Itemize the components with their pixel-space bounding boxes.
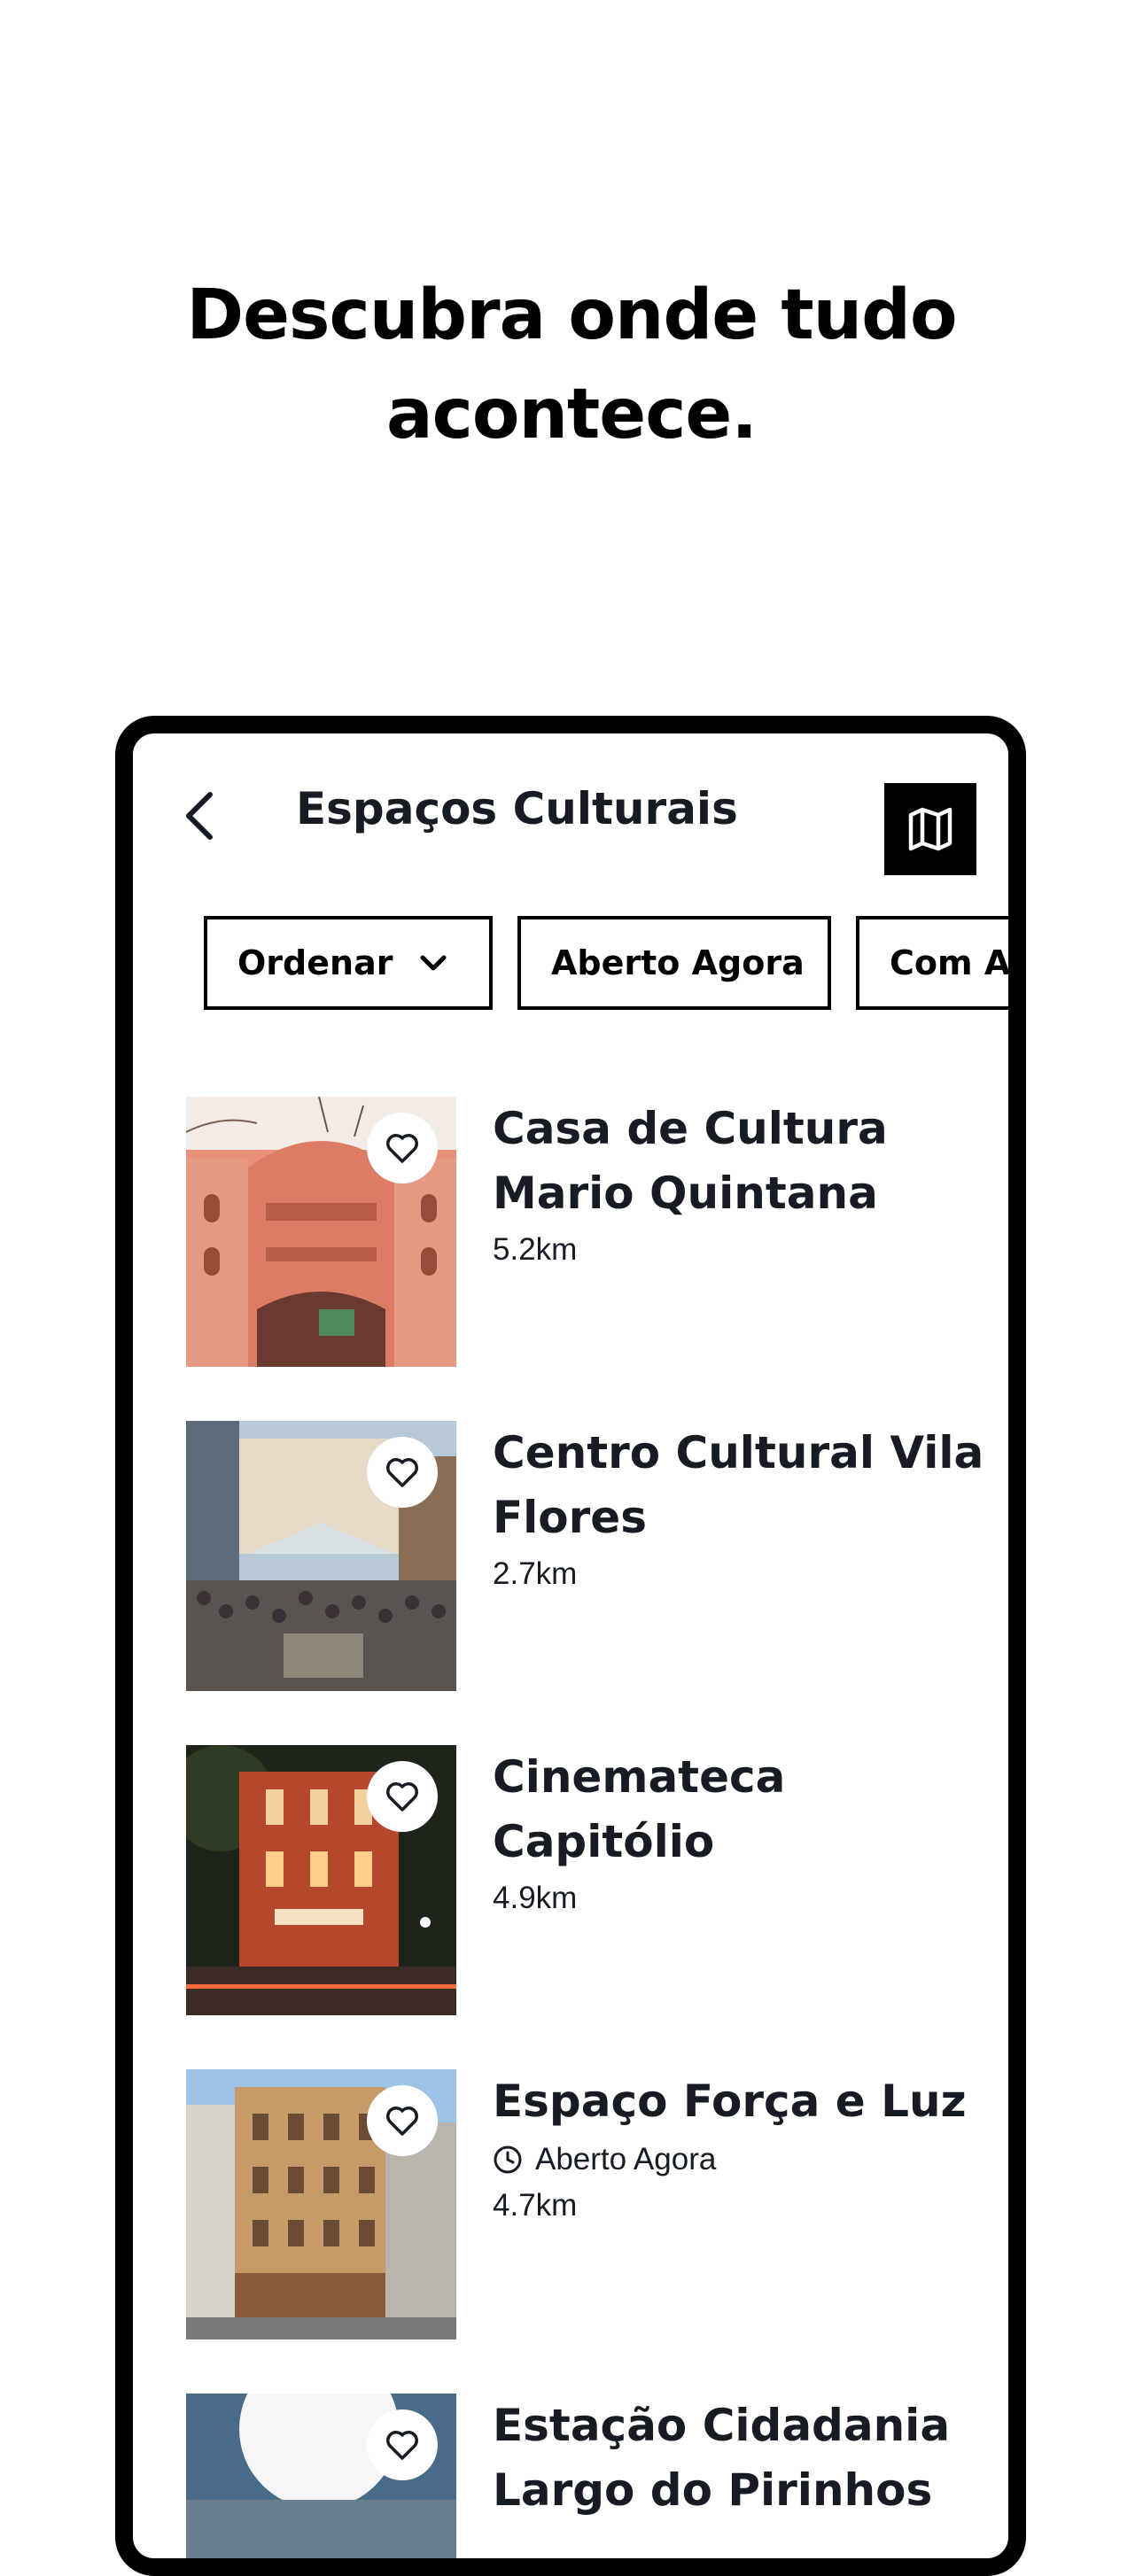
open-status: Aberto Agora [493, 2138, 989, 2182]
sort-label: Ordenar [237, 943, 393, 982]
place-photo [186, 1097, 456, 1367]
place-name: Estação Cidadania Largo do Pirinhos [493, 2400, 951, 2516]
list-item[interactable]: Casa de Cultura Mario Quintana 5.2km [186, 1097, 984, 1367]
app-bar: Espaços Culturais [133, 733, 1008, 875]
chevron-left-icon [186, 792, 213, 840]
heart-icon [386, 2107, 418, 2136]
phone-frame: Espaços Culturais Ordenar Aberto Agora C… [115, 716, 1026, 2576]
filter-open-now[interactable]: Aberto Agora [517, 916, 831, 1010]
open-now-label: Aberto Agora [551, 943, 805, 982]
place-info: Estação Cidadania Largo do Pirinhos [493, 2394, 989, 2523]
place-distance: 2.7km [493, 1556, 578, 1591]
filter-accessibility[interactable]: Com Acessibilidade [856, 916, 1010, 1010]
open-status-label: Aberto Agora [535, 2142, 717, 2176]
place-distance: 4.7km [493, 2188, 578, 2223]
filter-chips: Ordenar Aberto Agora Com Acessibilidade [133, 911, 1010, 1017]
place-photo [186, 2394, 456, 2558]
favorite-button[interactable] [367, 1437, 438, 1508]
favorite-button[interactable] [367, 1761, 438, 1832]
place-name: Centro Cultural Vila Flores [493, 1427, 984, 1543]
favorite-button[interactable] [367, 2085, 438, 2156]
page-title: Espaços Culturais [296, 783, 738, 834]
place-photo [186, 2069, 456, 2339]
heart-icon [386, 1782, 418, 1812]
list-item[interactable]: Espaço Força e Luz Aberto Agora 4.7km [186, 2069, 984, 2339]
place-info: Espaço Força e Luz Aberto Agora 4.7km [493, 2069, 989, 2228]
map-icon [908, 807, 952, 851]
place-info: Casa de Cultura Mario Quintana 5.2km [493, 1097, 989, 1272]
place-name: Cinemateca Capitólio [493, 1751, 786, 1867]
place-distance: 5.2km [493, 1232, 578, 1267]
headline-line-1: Descubra onde tudo [186, 275, 957, 355]
favorite-button[interactable] [367, 2409, 438, 2480]
place-name: Casa de Cultura Mario Quintana [493, 1103, 888, 1219]
list-item[interactable]: Centro Cultural Vila Flores 2.7km [186, 1421, 984, 1691]
place-photo [186, 1421, 456, 1691]
accessibility-label: Com Acessibilidade [890, 943, 1010, 982]
place-photo [186, 1745, 456, 2015]
heart-icon [386, 1134, 418, 1163]
map-button[interactable] [884, 783, 976, 875]
clock-icon [494, 2145, 522, 2174]
place-info: Cinemateca Capitólio 4.9km [493, 1745, 989, 1920]
place-info: Centro Cultural Vila Flores 2.7km [493, 1421, 989, 1596]
headline: Descubra onde tudo acontece. [0, 266, 1143, 464]
back-button[interactable] [177, 788, 222, 843]
heart-icon [386, 1458, 418, 1487]
place-name: Espaço Força e Luz [493, 2076, 967, 2127]
chevron-down-icon [419, 954, 447, 972]
favorite-button[interactable] [367, 1113, 438, 1183]
list-item[interactable]: Cinemateca Capitólio 4.9km [186, 1745, 984, 2015]
sort-dropdown[interactable]: Ordenar [204, 916, 493, 1010]
place-distance: 4.9km [493, 1881, 578, 1915]
heart-icon [386, 2431, 418, 2460]
list-item[interactable]: Estação Cidadania Largo do Pirinhos [186, 2394, 984, 2558]
headline-line-2: acontece. [386, 375, 758, 454]
